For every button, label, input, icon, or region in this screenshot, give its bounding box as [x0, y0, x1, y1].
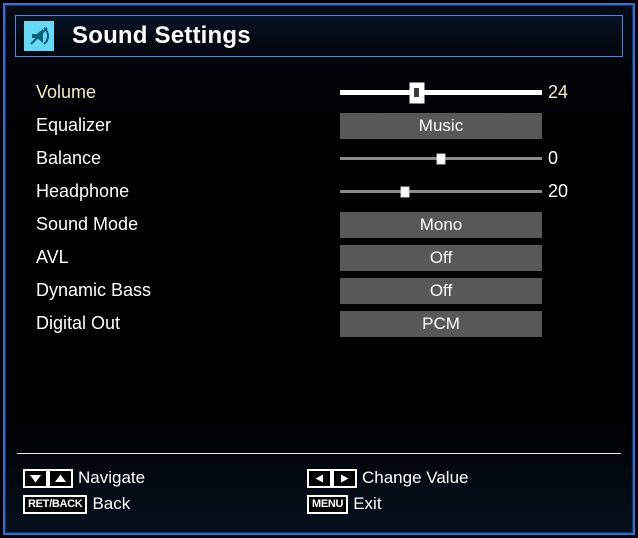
- help-bar: Navigate RET/BACK Back Change Value MENU…: [17, 465, 621, 521]
- setting-row-headphone[interactable]: Headphone 20: [0, 175, 638, 208]
- slider-thumb[interactable]: [400, 186, 410, 197]
- left-arrow-icon: [307, 468, 332, 488]
- setting-label: Dynamic Bass: [36, 280, 152, 300]
- balance-slider[interactable]: [340, 142, 542, 175]
- setting-row-dynamic-bass[interactable]: Dynamic Bass Off: [0, 274, 638, 307]
- setting-row-equalizer[interactable]: Equalizer Music: [0, 109, 638, 142]
- slider-thumb[interactable]: [409, 82, 425, 103]
- setting-row-avl[interactable]: AVL Off: [0, 241, 638, 274]
- menu-key: MENU: [307, 494, 349, 514]
- help-column-right: Change Value MENU Exit: [307, 465, 469, 517]
- ret-back-key: RET/BACK: [23, 494, 88, 514]
- page-title: Sound Settings: [72, 22, 251, 49]
- help-label: Navigate: [78, 468, 146, 487]
- setting-label: Volume: [36, 82, 97, 102]
- sound-mode-option[interactable]: Mono: [340, 208, 542, 241]
- dynamic-bass-option[interactable]: Off: [340, 274, 542, 307]
- sound-settings-icon: [24, 21, 54, 51]
- setting-row-volume[interactable]: Volume 24: [0, 76, 638, 109]
- help-item-navigate: Navigate: [23, 465, 145, 491]
- setting-label: Equalizer: [36, 115, 112, 135]
- help-label: Exit: [353, 494, 382, 513]
- slider-thumb[interactable]: [436, 153, 446, 164]
- setting-value[interactable]: PCM: [340, 310, 542, 337]
- digital-out-option[interactable]: PCM: [340, 307, 542, 340]
- setting-row-balance[interactable]: Balance 0: [0, 142, 638, 175]
- help-label: Change Value: [362, 468, 469, 487]
- setting-row-digital-out[interactable]: Digital Out PCM: [0, 307, 638, 340]
- help-item-back: RET/BACK Back: [23, 491, 145, 517]
- right-arrow-icon: [332, 468, 357, 488]
- setting-value: 0: [548, 148, 559, 168]
- equalizer-option[interactable]: Music: [340, 109, 542, 142]
- setting-label: Sound Mode: [36, 214, 139, 234]
- footer-divider: [17, 453, 621, 454]
- help-label: Back: [92, 494, 131, 513]
- up-arrow-icon: [48, 468, 73, 488]
- title-bar: Sound Settings: [15, 15, 623, 57]
- setting-value[interactable]: Off: [340, 244, 542, 271]
- slider-track[interactable]: [340, 153, 542, 164]
- headphone-slider[interactable]: [340, 175, 542, 208]
- setting-label: AVL: [36, 247, 69, 267]
- down-arrow-icon: [23, 468, 48, 488]
- help-column-left: Navigate RET/BACK Back: [23, 465, 145, 517]
- setting-value: 24: [548, 82, 569, 102]
- avl-option[interactable]: Off: [340, 241, 542, 274]
- settings-list: Volume 24 Equalizer Music Balance 0 Head…: [0, 76, 638, 340]
- setting-label: Digital Out: [36, 313, 121, 333]
- setting-label: Headphone: [36, 181, 130, 201]
- setting-value[interactable]: Mono: [340, 211, 542, 238]
- slider-track[interactable]: [340, 186, 542, 197]
- setting-label: Balance: [36, 148, 102, 168]
- tv-settings-screen: Sound Settings Volume 24 Equalizer Music…: [0, 0, 638, 538]
- help-item-exit: MENU Exit: [307, 491, 469, 517]
- help-item-change-value: Change Value: [307, 465, 469, 491]
- setting-value[interactable]: Music: [340, 112, 542, 139]
- setting-row-sound-mode[interactable]: Sound Mode Mono: [0, 208, 638, 241]
- volume-slider[interactable]: [340, 76, 542, 109]
- setting-value[interactable]: Off: [340, 277, 542, 304]
- setting-value: 20: [548, 181, 569, 201]
- slider-track[interactable]: [340, 82, 542, 103]
